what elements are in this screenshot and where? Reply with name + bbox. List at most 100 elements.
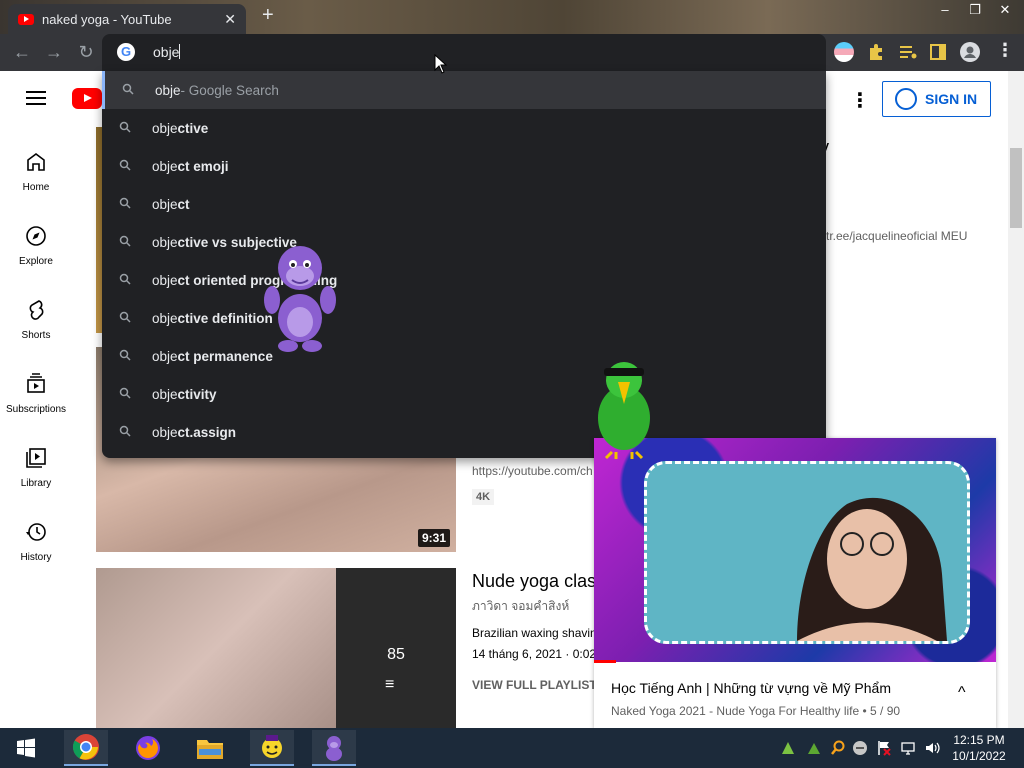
suggestion-item[interactable]: obje ctive [102,109,826,147]
youtube-logo[interactable] [72,88,102,109]
suggestion-item[interactable]: obje - Google Search [102,71,826,109]
tray-app-icon[interactable] [780,740,796,756]
compass-icon [26,226,46,246]
chrome-icon[interactable] [64,730,108,766]
chevron-up-icon[interactable]: ^ [958,684,966,702]
video-description: Brazilian waxing shavin [472,626,597,640]
subscriptions-icon [27,373,45,393]
suggestion-item[interactable]: obje ct permanence [102,337,826,375]
suggestion-item[interactable]: obje ct oriented programming [102,261,826,299]
suggestion-item[interactable]: obje ct [102,185,826,223]
volume-icon[interactable] [924,740,940,756]
sidebar-item-library[interactable]: Library [0,446,72,489]
file-explorer-icon[interactable] [188,730,232,766]
bonzibuddy-icon[interactable] [312,730,356,766]
hamburger-menu-icon[interactable] [26,91,46,105]
presenter-figure [797,497,947,641]
video-description: tr.ee/jacquelineoficial MEU [826,229,968,243]
suggestion-item[interactable]: obje ctivity [102,375,826,413]
youtube-favicon-icon [18,13,34,25]
user-icon [895,88,917,110]
side-panel-icon[interactable] [928,42,948,62]
extension-flag-icon[interactable] [834,42,854,62]
close-window-button[interactable]: ✕ [990,2,1020,18]
home-icon [27,153,45,171]
sidebar-label: History [20,552,52,563]
sidebar-item-history[interactable]: History [0,520,72,563]
video-description: https://youtube.com/ch [472,464,593,478]
search-icon [102,121,152,136]
search-icon [102,159,152,174]
tray-search-icon[interactable] [830,740,846,756]
media-queue-icon[interactable] [898,42,918,62]
address-bar[interactable] [102,34,826,71]
maximize-button[interactable]: ❐ [960,2,990,18]
search-icon [102,197,152,212]
playlist-icon: ≡ [385,676,395,693]
channel-name[interactable]: ภาวิดา จอมคำสิงห์ [472,597,569,616]
windows-start-icon[interactable] [4,730,48,766]
search-icon [105,83,155,98]
sign-in-button[interactable]: SIGN IN [882,81,991,117]
tab-title: naked yoga - YouTube [42,11,172,27]
view-full-playlist-link[interactable]: VIEW FULL PLAYLIST [472,678,597,692]
back-button[interactable]: ← [10,40,34,64]
network-icon[interactable] [900,740,916,756]
parrot-character-icon[interactable] [586,356,662,460]
suggestion-item[interactable]: obje ctive vs subjective [102,223,826,261]
forward-button[interactable]: → [42,40,66,64]
suggestion-item[interactable]: obje ctive definition [102,299,826,337]
miniplayer-video-frame [644,461,970,644]
video-date: 14 tháng 6, 2021 · 0:02 [472,647,597,661]
search-icon [102,273,152,288]
taskbar-clock[interactable]: 12:15 PM 10/1/2022 [940,732,1018,764]
address-input[interactable]: obje [153,44,181,60]
sidebar-item-home[interactable]: Home [0,150,72,193]
action-center-flag-icon[interactable] [876,740,892,756]
search-icon [102,425,152,440]
playlist-count: 85 [387,646,405,663]
quality-badge: 4K [472,489,495,505]
library-icon [26,448,46,468]
shorts-icon [29,300,44,320]
omnibox-suggestions: obje - Google Search obje ctive obje ct em… [102,71,826,458]
tray-app-icon[interactable] [806,740,822,756]
settings-menu-button[interactable]: ⋮ [850,88,870,113]
bonzibuddy-character-icon[interactable] [258,238,342,354]
search-icon [102,235,152,250]
firefox-icon[interactable] [126,730,170,766]
google-icon: G [117,43,135,61]
tray-status-icon[interactable] [852,740,868,756]
sidebar-item-explore[interactable]: Explore [0,224,72,267]
new-tab-button[interactable]: + [262,4,274,27]
miniplayer-progress[interactable] [594,660,616,663]
mouse-cursor-icon [434,54,448,74]
extensions-puzzle-icon[interactable] [866,42,886,62]
sign-in-label: SIGN IN [925,91,978,107]
clock-time: 12:15 PM [953,733,1005,747]
sidebar-label: Library [20,478,52,489]
search-icon [102,349,152,364]
sidebar-label: Shorts [21,330,51,341]
sidebar-label: Home [22,182,50,193]
sidebar-label: Explore [19,256,53,267]
miniplayer-subtitle: Naked Yoga 2021 - Nude Yoga For Healthy … [611,704,901,718]
playlist-overlay[interactable]: 85 ≡ [336,568,456,728]
minimize-button[interactable]: – [930,2,960,17]
browser-tab[interactable]: naked yoga - YouTube ✕ [8,4,246,34]
chrome-menu-button[interactable]: ⋮ [996,40,1014,61]
miniplayer-title[interactable]: Học Tiếng Anh | Những từ vựng về Mỹ Phẩm [611,680,891,696]
search-icon [102,387,152,402]
clock-date: 10/1/2022 [952,749,1006,763]
tab-close-icon[interactable]: ✕ [224,11,236,28]
playlist-thumbnail[interactable] [96,568,336,728]
yahoo-messenger-icon[interactable] [250,730,294,766]
sidebar-item-subscriptions[interactable]: Subscriptions [0,372,72,415]
reload-button[interactable]: ↻ [74,40,98,64]
sidebar-item-shorts[interactable]: Shorts [0,298,72,341]
suggestion-item[interactable]: obje ct emoji [102,147,826,185]
video-title[interactable]: Nude yoga clas [472,571,596,592]
scrollbar-thumb[interactable] [1010,148,1022,228]
sidebar-label: Subscriptions [5,404,67,415]
profile-avatar-icon[interactable] [960,42,980,62]
